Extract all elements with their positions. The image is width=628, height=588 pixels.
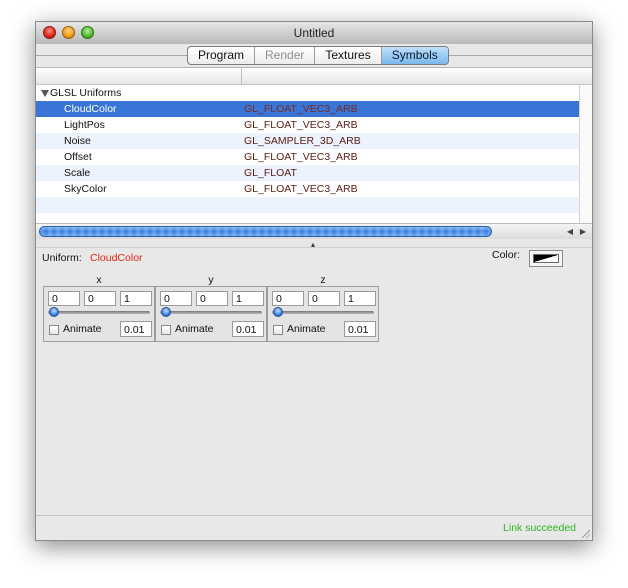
main-window: Untitled Program Render Textures Symbols… [35,21,593,541]
slider-knob[interactable] [49,307,59,317]
scroll-left-icon[interactable]: ◀ [564,226,576,237]
animate-label: Animate [287,323,326,335]
table-row[interactable]: Scale GL_FLOAT [36,165,580,181]
table-row[interactable]: LightPos GL_FLOAT_VEC3_ARB [36,117,580,133]
step-field[interactable]: 0.01 [120,321,152,337]
component-box-z: 0 0 1 Animate 0.01 [267,286,379,342]
animate-label: Animate [63,323,102,335]
color-swatch [533,254,559,263]
tab-symbols[interactable]: Symbols [381,47,448,64]
horizontal-scrollbar[interactable]: ◀ ▶ [36,223,592,239]
max-field[interactable]: 1 [344,291,376,306]
group-label: GLSL Uniforms [50,87,122,99]
tab-textures[interactable]: Textures [315,47,382,64]
uniform-name: SkyColor [64,183,107,195]
value-slider-track[interactable] [272,311,374,314]
tab-render: Render [255,47,316,64]
resize-grip-icon[interactable] [580,528,590,538]
uniform-name: LightPos [64,119,105,131]
min-field[interactable]: 0 [272,291,304,306]
max-field[interactable]: 1 [232,291,264,306]
group-row[interactable]: GLSL Uniforms [36,85,580,101]
uniform-name: Scale [64,167,91,179]
title-bar[interactable]: Untitled [36,22,592,45]
uniform-type: GL_FLOAT [244,167,297,179]
uniform-name: Offset [64,151,92,163]
slider-knob[interactable] [273,307,283,317]
scroll-right-icon[interactable]: ▶ [577,226,589,237]
uniforms-outline: GLSL Uniforms CloudColor GL_FLOAT_VEC3_A… [36,67,592,240]
scroll-thumb[interactable] [39,226,492,237]
tab-program[interactable]: Program [188,47,256,64]
animate-checkbox[interactable] [273,325,283,335]
uniform-type: GL_FLOAT_VEC3_ARB [244,103,358,115]
table-row[interactable]: CloudColor GL_FLOAT_VEC3_ARB [36,101,580,117]
component-label-z: z [320,274,326,286]
min-field[interactable]: 0 [160,291,192,306]
uniform-type: GL_SAMPLER_3D_ARB [244,135,361,147]
empty-row [36,197,580,213]
uniform-label: Uniform: [42,252,82,264]
animate-checkbox[interactable] [49,325,59,335]
uniform-type: GL_FLOAT_VEC3_ARB [244,183,358,195]
uniform-value: CloudColor [90,252,143,264]
table-header [36,68,592,85]
uniform-name: CloudColor [64,103,117,115]
status-text: Link succeeded [503,522,576,534]
disclosure-triangle-icon[interactable] [41,90,49,97]
table-row[interactable]: SkyColor GL_FLOAT_VEC3_ARB [36,181,580,197]
color-well[interactable] [529,250,563,267]
window-title: Untitled [293,26,335,40]
value-field[interactable]: 0 [84,291,116,306]
uniform-inspector: Uniform: CloudColor Color: x y z 0 0 1 A… [36,248,592,518]
max-field[interactable]: 1 [120,291,152,306]
value-slider-track[interactable] [48,311,150,314]
value-field[interactable]: 0 [308,291,340,306]
outline-rows: GLSL Uniforms CloudColor GL_FLOAT_VEC3_A… [36,85,580,213]
step-field[interactable]: 0.01 [344,321,376,337]
uniform-type: GL_FLOAT_VEC3_ARB [244,151,358,163]
vertical-scrollbar[interactable] [579,85,592,223]
value-slider-track[interactable] [160,311,262,314]
uniform-type: GL_FLOAT_VEC3_ARB [244,119,358,131]
split-view-divider[interactable]: ▴ [36,239,592,249]
uniform-name: Noise [64,135,91,147]
color-label: Color: [492,249,521,261]
animate-label: Animate [175,323,214,335]
animate-checkbox[interactable] [161,325,171,335]
component-label-x: x [96,274,102,286]
component-box-y: 0 0 1 Animate 0.01 [155,286,267,342]
min-field[interactable]: 0 [48,291,80,306]
step-field[interactable]: 0.01 [232,321,264,337]
value-field[interactable]: 0 [196,291,228,306]
column-divider[interactable] [241,68,242,84]
component-box-x: 0 0 1 Animate 0.01 [43,286,155,342]
table-row[interactable]: Offset GL_FLOAT_VEC3_ARB [36,149,580,165]
status-bar: Link succeeded [36,515,592,540]
component-label-y: y [208,274,214,286]
tab-bar: Program Render Textures Symbols [187,46,449,65]
slider-knob[interactable] [161,307,171,317]
table-row[interactable]: Noise GL_SAMPLER_3D_ARB [36,133,580,149]
